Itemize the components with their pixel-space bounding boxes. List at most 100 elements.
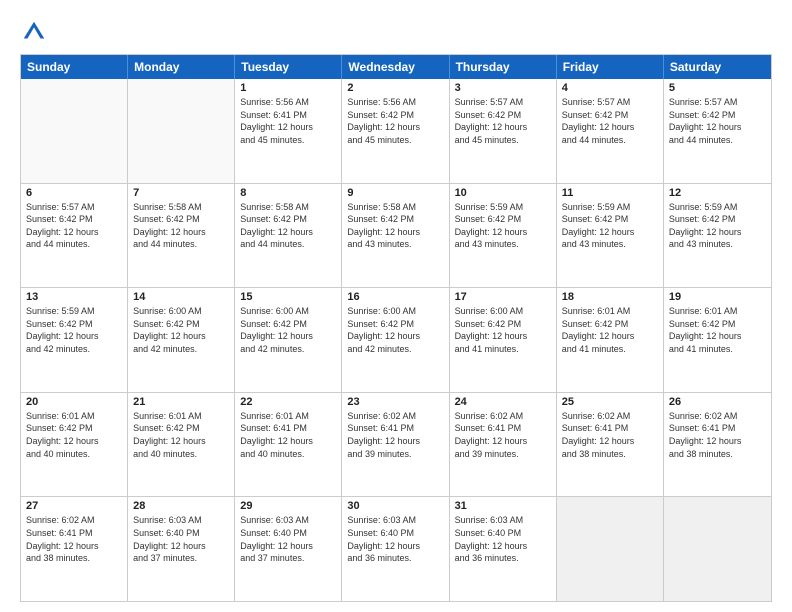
cell-info-line: Daylight: 12 hours — [240, 330, 336, 343]
calendar-cell: 19Sunrise: 6:01 AMSunset: 6:42 PMDayligh… — [664, 288, 771, 392]
day-number: 18 — [562, 291, 658, 303]
cell-info-line: Sunset: 6:40 PM — [133, 527, 229, 540]
day-number: 10 — [455, 187, 551, 199]
day-number: 26 — [669, 396, 766, 408]
cell-info-line: Sunrise: 5:57 AM — [455, 96, 551, 109]
cell-info-line: Sunset: 6:42 PM — [347, 213, 443, 226]
cell-info-line: Daylight: 12 hours — [133, 330, 229, 343]
cell-info-line: and 44 minutes. — [669, 134, 766, 147]
day-number: 25 — [562, 396, 658, 408]
cell-info-line: Sunset: 6:42 PM — [669, 318, 766, 331]
cell-info-line: and 44 minutes. — [562, 134, 658, 147]
day-number: 14 — [133, 291, 229, 303]
calendar-cell: 18Sunrise: 6:01 AMSunset: 6:42 PMDayligh… — [557, 288, 664, 392]
cell-info-line: Sunset: 6:42 PM — [562, 109, 658, 122]
cell-info-line: Sunrise: 5:57 AM — [26, 201, 122, 214]
cell-info-line: Daylight: 12 hours — [347, 226, 443, 239]
day-number: 21 — [133, 396, 229, 408]
calendar-cell: 27Sunrise: 6:02 AMSunset: 6:41 PMDayligh… — [21, 497, 128, 601]
cell-info-line: Daylight: 12 hours — [562, 330, 658, 343]
cell-info-line: Sunset: 6:42 PM — [240, 213, 336, 226]
day-number: 23 — [347, 396, 443, 408]
logo-icon — [20, 18, 48, 46]
cell-info-line: Sunrise: 5:56 AM — [347, 96, 443, 109]
cell-info-line: Daylight: 12 hours — [26, 226, 122, 239]
cell-info-line: Daylight: 12 hours — [26, 540, 122, 553]
cell-info-line: Sunrise: 6:03 AM — [133, 514, 229, 527]
day-number: 11 — [562, 187, 658, 199]
calendar-cell: 31Sunrise: 6:03 AMSunset: 6:40 PMDayligh… — [450, 497, 557, 601]
cell-info-line: Daylight: 12 hours — [455, 121, 551, 134]
calendar-cell: 11Sunrise: 5:59 AMSunset: 6:42 PMDayligh… — [557, 184, 664, 288]
cell-info-line: Sunset: 6:42 PM — [133, 318, 229, 331]
cell-info-line: and 45 minutes. — [455, 134, 551, 147]
calendar-cell: 24Sunrise: 6:02 AMSunset: 6:41 PMDayligh… — [450, 393, 557, 497]
cell-info-line: Daylight: 12 hours — [240, 226, 336, 239]
cell-info-line: Sunrise: 6:00 AM — [240, 305, 336, 318]
day-number: 15 — [240, 291, 336, 303]
cell-info-line: and 37 minutes. — [240, 552, 336, 565]
cell-info-line: Sunrise: 6:01 AM — [26, 410, 122, 423]
calendar-cell: 26Sunrise: 6:02 AMSunset: 6:41 PMDayligh… — [664, 393, 771, 497]
calendar-cell: 1Sunrise: 5:56 AMSunset: 6:41 PMDaylight… — [235, 79, 342, 183]
cell-info-line: Daylight: 12 hours — [455, 540, 551, 553]
calendar-cell — [664, 497, 771, 601]
cell-info-line: Daylight: 12 hours — [669, 330, 766, 343]
day-number: 2 — [347, 82, 443, 94]
cell-info-line: Sunset: 6:42 PM — [26, 318, 122, 331]
cell-info-line: Sunrise: 5:57 AM — [669, 96, 766, 109]
cell-info-line: Sunrise: 6:01 AM — [562, 305, 658, 318]
cell-info-line: Sunrise: 5:58 AM — [240, 201, 336, 214]
calendar-cell: 23Sunrise: 6:02 AMSunset: 6:41 PMDayligh… — [342, 393, 449, 497]
cell-info-line: Sunrise: 5:59 AM — [562, 201, 658, 214]
calendar-cell: 17Sunrise: 6:00 AMSunset: 6:42 PMDayligh… — [450, 288, 557, 392]
cell-info-line: and 38 minutes. — [669, 448, 766, 461]
calendar-cell: 8Sunrise: 5:58 AMSunset: 6:42 PMDaylight… — [235, 184, 342, 288]
cell-info-line: Sunset: 6:42 PM — [669, 109, 766, 122]
cell-info-line: Sunrise: 5:58 AM — [347, 201, 443, 214]
calendar-cell: 5Sunrise: 5:57 AMSunset: 6:42 PMDaylight… — [664, 79, 771, 183]
calendar-cell: 20Sunrise: 6:01 AMSunset: 6:42 PMDayligh… — [21, 393, 128, 497]
calendar-cell: 29Sunrise: 6:03 AMSunset: 6:40 PMDayligh… — [235, 497, 342, 601]
cell-info-line: Sunset: 6:42 PM — [455, 213, 551, 226]
cell-info-line: and 40 minutes. — [240, 448, 336, 461]
cell-info-line: Sunrise: 5:56 AM — [240, 96, 336, 109]
calendar-row-4: 20Sunrise: 6:01 AMSunset: 6:42 PMDayligh… — [21, 392, 771, 497]
day-number: 20 — [26, 396, 122, 408]
cell-info-line: and 43 minutes. — [347, 238, 443, 251]
cell-info-line: Sunrise: 6:01 AM — [133, 410, 229, 423]
calendar-row-2: 6Sunrise: 5:57 AMSunset: 6:42 PMDaylight… — [21, 183, 771, 288]
cell-info-line: Sunrise: 6:03 AM — [455, 514, 551, 527]
cell-info-line: Sunset: 6:41 PM — [26, 527, 122, 540]
cell-info-line: Sunset: 6:42 PM — [347, 318, 443, 331]
cell-info-line: Daylight: 12 hours — [133, 226, 229, 239]
day-number: 29 — [240, 500, 336, 512]
cell-info-line: Sunset: 6:42 PM — [562, 213, 658, 226]
cell-info-line: Sunrise: 5:58 AM — [133, 201, 229, 214]
header-day-tuesday: Tuesday — [235, 55, 342, 79]
calendar-cell: 25Sunrise: 6:02 AMSunset: 6:41 PMDayligh… — [557, 393, 664, 497]
cell-info-line: Sunrise: 5:59 AM — [455, 201, 551, 214]
cell-info-line: and 39 minutes. — [455, 448, 551, 461]
cell-info-line: Daylight: 12 hours — [669, 435, 766, 448]
cell-info-line: Sunrise: 5:57 AM — [562, 96, 658, 109]
cell-info-line: and 42 minutes. — [240, 343, 336, 356]
day-number: 19 — [669, 291, 766, 303]
cell-info-line: Sunrise: 6:00 AM — [133, 305, 229, 318]
cell-info-line: Daylight: 12 hours — [26, 435, 122, 448]
cell-info-line: Sunset: 6:42 PM — [26, 213, 122, 226]
header-day-sunday: Sunday — [21, 55, 128, 79]
calendar-cell: 21Sunrise: 6:01 AMSunset: 6:42 PMDayligh… — [128, 393, 235, 497]
cell-info-line: and 42 minutes. — [347, 343, 443, 356]
cell-info-line: Sunset: 6:41 PM — [455, 422, 551, 435]
cell-info-line: Daylight: 12 hours — [455, 226, 551, 239]
cell-info-line: and 40 minutes. — [26, 448, 122, 461]
header-day-thursday: Thursday — [450, 55, 557, 79]
header-day-monday: Monday — [128, 55, 235, 79]
calendar-cell: 16Sunrise: 6:00 AMSunset: 6:42 PMDayligh… — [342, 288, 449, 392]
calendar-cell: 3Sunrise: 5:57 AMSunset: 6:42 PMDaylight… — [450, 79, 557, 183]
day-number: 5 — [669, 82, 766, 94]
cell-info-line: Daylight: 12 hours — [669, 226, 766, 239]
cell-info-line: Sunset: 6:42 PM — [240, 318, 336, 331]
cell-info-line: Daylight: 12 hours — [455, 330, 551, 343]
